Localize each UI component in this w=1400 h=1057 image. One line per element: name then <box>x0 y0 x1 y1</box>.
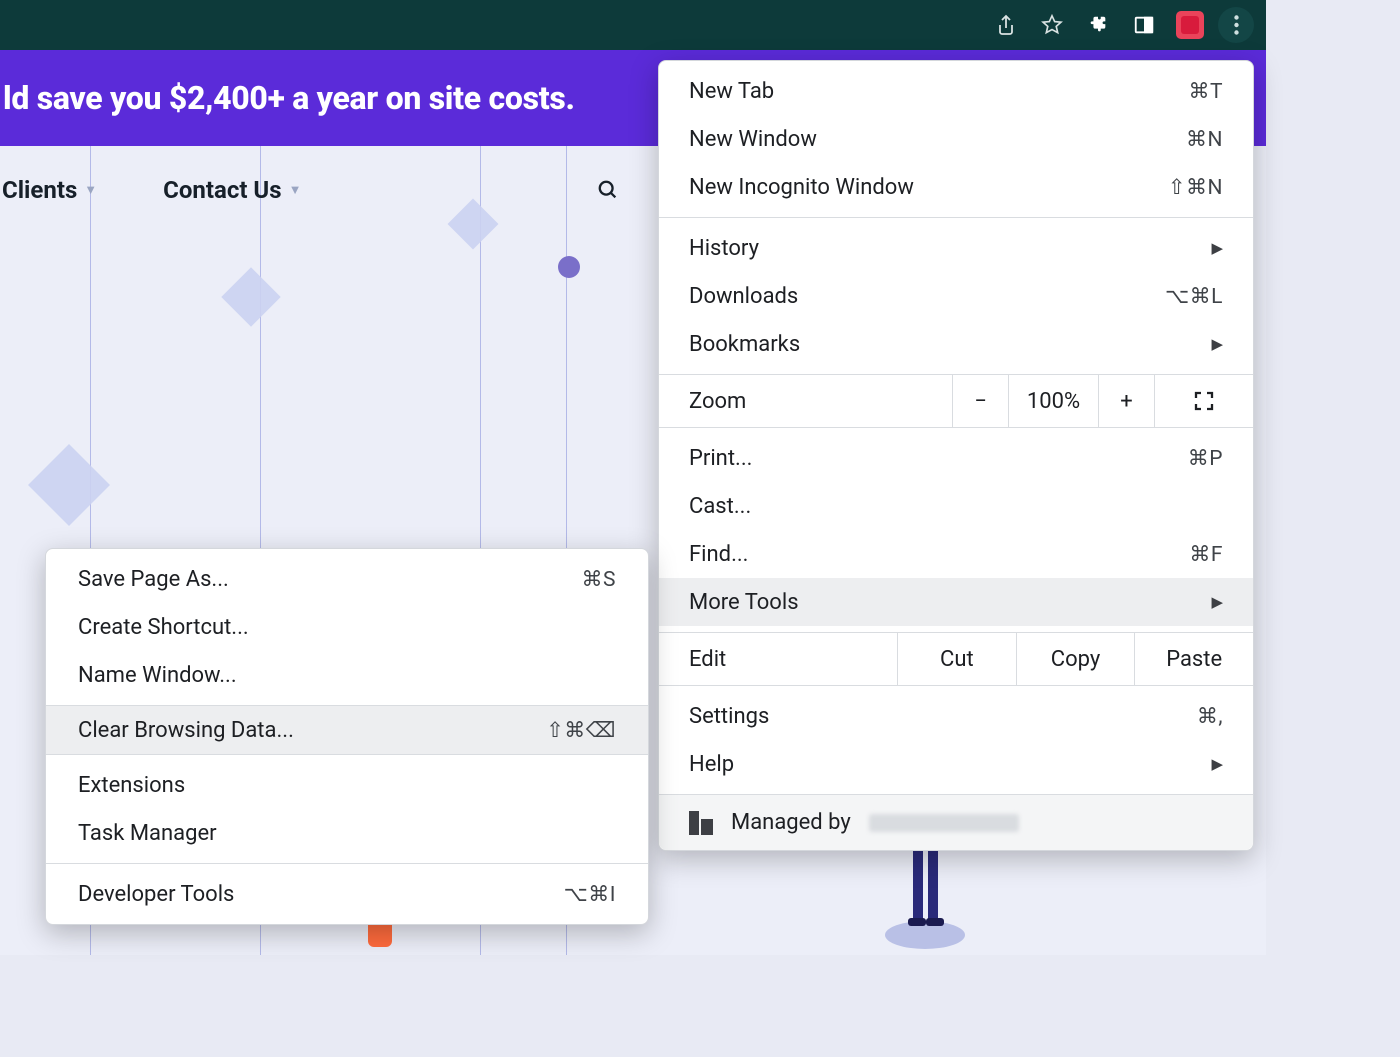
menu-bookmarks-label: Bookmarks <box>689 332 800 357</box>
edit-cut-button[interactable]: Cut <box>897 633 1016 685</box>
menu-cast[interactable]: Cast... <box>659 482 1253 530</box>
managed-by-label: Managed by <box>731 810 851 835</box>
menu-new-tab[interactable]: New Tab ⌘T <box>659 67 1253 115</box>
menu-edit-row: Edit Cut Copy Paste <box>659 632 1253 686</box>
submenu-dev-tools-label: Developer Tools <box>78 882 234 907</box>
star-icon[interactable] <box>1034 7 1070 43</box>
profile-avatar[interactable] <box>1172 7 1208 43</box>
menu-find-label: Find... <box>689 542 748 567</box>
submenu-clear-data-label: Clear Browsing Data... <box>78 718 294 743</box>
menu-new-window-label: New Window <box>689 127 817 152</box>
menu-downloads[interactable]: Downloads ⌥⌘L <box>659 272 1253 320</box>
zoom-in-button[interactable]: + <box>1098 375 1154 427</box>
more-tools-submenu: Save Page As... ⌘S Create Shortcut... Na… <box>45 548 649 925</box>
menu-history-label: History <box>689 236 759 261</box>
menu-cast-label: Cast... <box>689 494 751 519</box>
menu-incognito-label: New Incognito Window <box>689 175 914 200</box>
shortcut-text: ⌘P <box>1188 446 1223 471</box>
submenu-name-window[interactable]: Name Window... <box>46 651 648 699</box>
submenu-developer-tools[interactable]: Developer Tools ⌥⌘I <box>46 870 648 918</box>
chevron-right-icon: ▶ <box>1211 593 1223 611</box>
zoom-value: 100% <box>1008 375 1098 427</box>
submenu-task-manager[interactable]: Task Manager <box>46 809 648 857</box>
menu-settings[interactable]: Settings ⌘, <box>659 692 1253 740</box>
submenu-save-page-as[interactable]: Save Page As... ⌘S <box>46 555 648 603</box>
chevron-right-icon: ▶ <box>1211 335 1223 353</box>
submenu-extensions-label: Extensions <box>78 773 185 798</box>
menu-new-tab-label: New Tab <box>689 79 774 104</box>
shortcut-text: ⌘S <box>582 567 616 592</box>
menu-print-label: Print... <box>689 446 752 471</box>
chevron-right-icon: ▶ <box>1211 755 1223 773</box>
menu-zoom-label: Zoom <box>659 375 952 427</box>
promo-text: ld save you $2,400+ a year on site costs… <box>3 79 575 117</box>
menu-print[interactable]: Print... ⌘P <box>659 434 1253 482</box>
fullscreen-button[interactable] <box>1154 375 1253 427</box>
menu-settings-label: Settings <box>689 704 769 729</box>
menu-help-label: Help <box>689 752 734 777</box>
submenu-create-shortcut[interactable]: Create Shortcut... <box>46 603 648 651</box>
zoom-out-button[interactable]: − <box>952 375 1008 427</box>
chevron-down-icon: ▼ <box>84 182 97 198</box>
shortcut-text: ⇧⌘⌫ <box>546 718 616 743</box>
shortcut-text: ⇧⌘N <box>1168 175 1223 200</box>
managed-org-redacted <box>869 814 1019 832</box>
nav-clients-label: Clients <box>2 176 77 204</box>
browser-toolbar <box>0 0 1266 50</box>
menu-more-tools-label: More Tools <box>689 590 799 615</box>
chevron-down-icon: ▼ <box>289 182 302 198</box>
submenu-clear-browsing-data[interactable]: Clear Browsing Data... ⇧⌘⌫ <box>46 706 648 754</box>
menu-downloads-label: Downloads <box>689 284 798 309</box>
menu-new-window[interactable]: New Window ⌘N <box>659 115 1253 163</box>
nav-clients[interactable]: Clients ▼ <box>2 176 97 204</box>
chrome-main-menu: New Tab ⌘T New Window ⌘N New Incognito W… <box>658 60 1254 851</box>
building-icon <box>689 811 713 835</box>
menu-incognito[interactable]: New Incognito Window ⇧⌘N <box>659 163 1253 211</box>
menu-bookmarks[interactable]: Bookmarks ▶ <box>659 320 1253 368</box>
share-icon[interactable] <box>988 7 1024 43</box>
search-icon[interactable] <box>597 179 619 201</box>
site-nav: Clients ▼ Contact Us ▼ L <box>0 176 698 204</box>
menu-edit-label: Edit <box>659 633 897 685</box>
nav-contact-label: Contact Us <box>163 176 281 204</box>
submenu-create-shortcut-label: Create Shortcut... <box>78 615 249 640</box>
shortcut-text: ⌘T <box>1188 79 1223 104</box>
shortcut-text: ⌘F <box>1189 542 1223 567</box>
menu-help[interactable]: Help ▶ <box>659 740 1253 788</box>
menu-more-tools[interactable]: More Tools ▶ <box>659 578 1253 626</box>
menu-managed-by[interactable]: Managed by <box>659 794 1253 850</box>
menu-history[interactable]: History ▶ <box>659 224 1253 272</box>
shortcut-text: ⌥⌘I <box>564 882 616 907</box>
shortcut-text: ⌥⌘L <box>1165 284 1223 309</box>
submenu-extensions[interactable]: Extensions <box>46 761 648 809</box>
sidepanel-icon[interactable] <box>1126 7 1162 43</box>
kebab-icon[interactable] <box>1218 7 1254 43</box>
puzzle-icon[interactable] <box>1080 7 1116 43</box>
submenu-save-label: Save Page As... <box>78 567 229 592</box>
nav-contact-us[interactable]: Contact Us ▼ <box>163 176 301 204</box>
shortcut-text: ⌘, <box>1197 704 1223 729</box>
edit-paste-button[interactable]: Paste <box>1134 633 1253 685</box>
submenu-name-window-label: Name Window... <box>78 663 237 688</box>
edit-copy-button[interactable]: Copy <box>1016 633 1135 685</box>
menu-find[interactable]: Find... ⌘F <box>659 530 1253 578</box>
menu-zoom-row: Zoom − 100% + <box>659 374 1253 428</box>
chevron-right-icon: ▶ <box>1211 239 1223 257</box>
shortcut-text: ⌘N <box>1186 127 1223 152</box>
submenu-task-manager-label: Task Manager <box>78 821 217 846</box>
